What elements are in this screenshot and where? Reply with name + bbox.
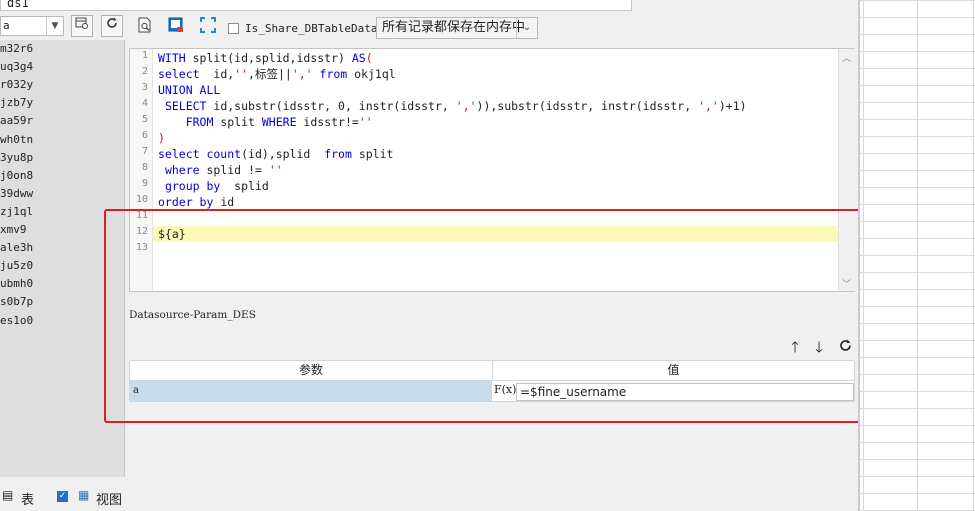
sheet-gridline [860, 204, 975, 205]
line-number: 2 [141, 66, 148, 77]
schema-filter-button[interactable] [71, 15, 93, 37]
sheet-gridline [860, 170, 975, 171]
line-number: 7 [141, 146, 148, 157]
connection-combo-value: a [3, 19, 10, 32]
preview-button[interactable] [134, 17, 156, 39]
line-number: 5 [141, 114, 148, 125]
sheet-gridline [860, 119, 975, 120]
sheet-gridline [860, 136, 975, 137]
sheet-gridline [860, 51, 975, 52]
sheet-gridline [860, 340, 975, 341]
view-option-label: 视图 [96, 493, 123, 508]
sheet-gridline [860, 34, 975, 35]
spreadsheet-background [860, 0, 975, 511]
table-icon: ▤ [2, 488, 14, 502]
sheet-gridline [860, 153, 975, 154]
sheet-gridline [860, 68, 975, 69]
code-line: ) [158, 131, 165, 145]
table-list-item[interactable]: m32r6 [0, 40, 124, 58]
sheet-gridline [860, 17, 975, 18]
line-number: 10 [135, 194, 148, 205]
table-list-item[interactable]: aa59r [0, 112, 124, 130]
table-option-label: 表 [21, 493, 35, 508]
table-view-toggle-bar: ▤ 表 ✓ ▦ 视图 [0, 478, 124, 511]
sheet-gridline [860, 357, 975, 358]
table-list-item[interactable]: uq3g4 [0, 58, 124, 76]
sql-format-button[interactable] [165, 17, 187, 39]
sheet-gridline [860, 493, 975, 494]
table-list-item[interactable]: jzb7y [0, 94, 124, 112]
sheet-gridline [860, 85, 975, 86]
sheet-gridline [860, 102, 975, 103]
cache-mode-value: 所有记录都保存在内存中 [382, 20, 526, 35]
line-number: 9 [141, 178, 148, 189]
filter-table-icon [75, 17, 88, 29]
sheet-gridline [860, 306, 975, 307]
expand-icon [200, 17, 216, 33]
view-checkbox[interactable]: ✓ [57, 491, 68, 502]
share-dbtable-label: Is_Share_DBTableData [245, 22, 378, 35]
sheet-gridline [860, 442, 975, 443]
code-line: WITH split(id,splid,idsstr) AS( [158, 51, 373, 65]
sql-window-icon [168, 17, 183, 32]
annotation-highlight-box [104, 209, 897, 423]
code-line: SELECT id,substr(idsstr, 0, instr(idsstr… [164, 99, 747, 113]
sheet-gridline [860, 255, 975, 256]
sheet-gridline [860, 408, 975, 409]
code-line: order by id [158, 195, 235, 209]
connection-combo[interactable]: a ▼ [0, 16, 64, 36]
sheet-gridline [860, 374, 975, 375]
refresh-button[interactable] [101, 15, 123, 37]
view-icon: ▦ [78, 488, 90, 502]
preview-icon [138, 17, 151, 33]
sheet-gridline [860, 425, 975, 426]
sheet-gridline [860, 289, 975, 290]
table-list-item[interactable]: wh0tn [0, 131, 124, 149]
sheet-gridline [860, 476, 975, 477]
refresh-icon [107, 17, 117, 28]
sheet-gridline [860, 391, 975, 392]
sheet-gridline [860, 272, 975, 273]
table-list-item[interactable]: r032y [0, 76, 124, 94]
sheet-gridline [860, 459, 975, 460]
line-number: 1 [141, 50, 148, 61]
fullscreen-button[interactable] [197, 17, 219, 39]
line-number: 3 [141, 82, 148, 93]
code-line: FROM split WHERE idsstr!='' [185, 115, 373, 129]
table-list-item[interactable]: 3yu8p [0, 149, 124, 167]
line-number: 8 [141, 162, 148, 173]
code-line: select count(id),splid from split [158, 147, 394, 161]
code-line: select id,'',标签||',' from okj1ql [158, 67, 396, 81]
dataset-name-field[interactable]: ds1 [0, 0, 632, 11]
line-number: 4 [141, 98, 148, 109]
line-number: 6 [141, 130, 148, 141]
table-list-item[interactable]: j0on8 [0, 167, 124, 185]
sheet-gridline [860, 187, 975, 188]
code-line: where splid != '' [164, 163, 283, 177]
chevron-down-icon[interactable]: ▼ [46, 17, 63, 35]
cache-mode-select[interactable]: 所有记录都保存在内存中 ⌄ [376, 17, 538, 39]
sheet-gridline [860, 221, 975, 222]
sheet-gridline [860, 323, 975, 324]
share-dbtable-checkbox[interactable] [228, 23, 239, 34]
table-list-item[interactable]: 39dww [0, 185, 124, 203]
chevron-down-icon[interactable]: ⌄ [516, 18, 537, 38]
scroll-up-icon[interactable]: ︿ [842, 51, 851, 64]
code-line: UNION ALL [158, 83, 221, 97]
sheet-gridline [860, 238, 975, 239]
sheet-gridline [860, 0, 975, 1]
code-line: group by splid [164, 179, 269, 193]
